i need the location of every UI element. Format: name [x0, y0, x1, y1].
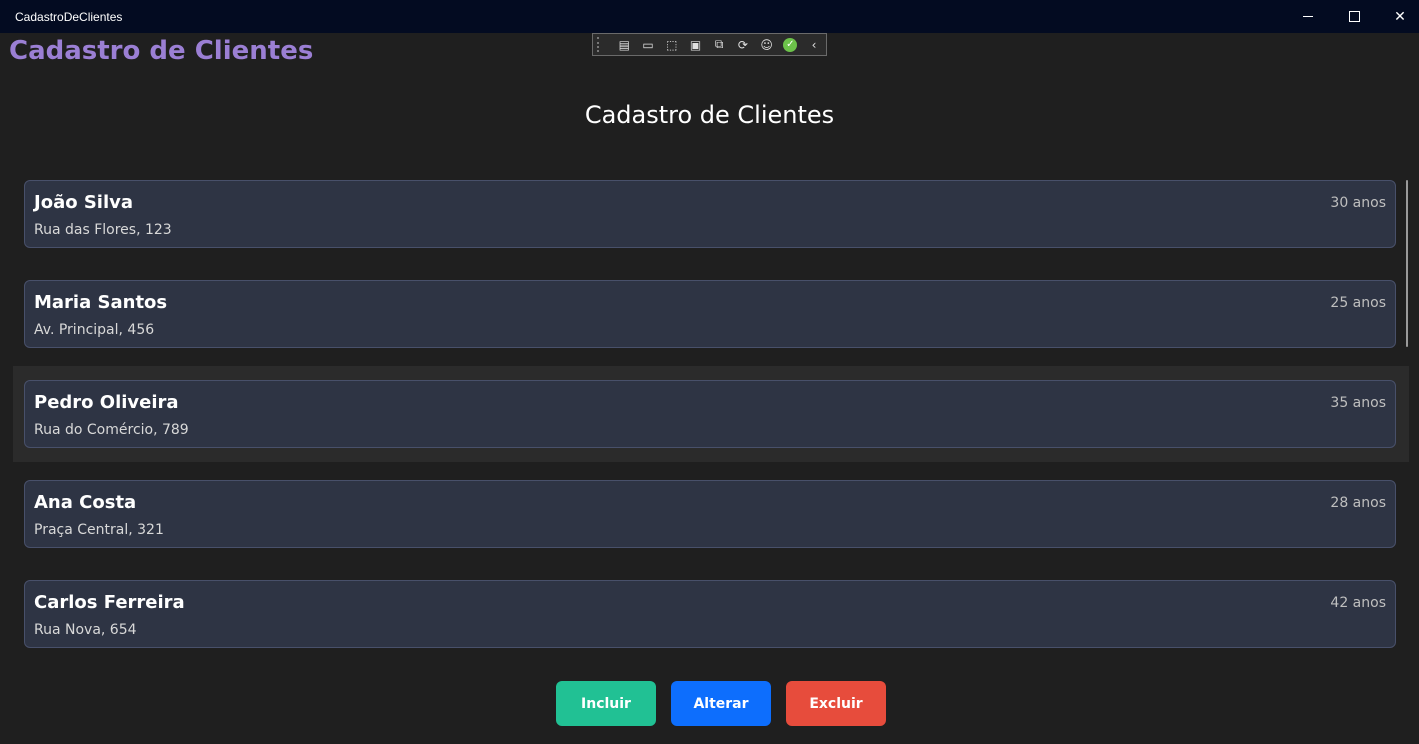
client-card[interactable]: Maria Santos Av. Principal, 456 25 anos: [24, 280, 1396, 348]
xaml-debug-toolbar: ▤ ▭ ⬚ ▣ ⧉ ⟳ ☺ ✓ ‹: [592, 33, 827, 56]
client-card[interactable]: Pedro Oliveira Rua do Comércio, 789 35 a…: [24, 380, 1396, 448]
client-age: 42 anos: [1330, 595, 1386, 611]
client-age: 25 anos: [1330, 295, 1386, 311]
edit-button[interactable]: Alterar: [671, 681, 771, 726]
window-title: CadastroDeClientes: [15, 10, 123, 24]
delete-button[interactable]: Excluir: [786, 681, 886, 726]
maximize-icon: [1348, 11, 1360, 22]
app-header-title: Cadastro de Clientes: [9, 36, 314, 66]
client-age: 28 anos: [1330, 495, 1386, 511]
minimize-icon: [1303, 16, 1313, 17]
client-age: 30 anos: [1330, 195, 1386, 211]
record-icon[interactable]: ▭: [636, 34, 660, 55]
client-card[interactable]: João Silva Rua das Flores, 123 30 anos: [24, 180, 1396, 248]
select-element-icon[interactable]: ⬚: [660, 34, 684, 55]
client-name: Carlos Ferreira: [34, 592, 185, 613]
toolbar-grip[interactable]: [597, 37, 604, 52]
minimize-button[interactable]: [1285, 0, 1331, 33]
close-icon: ✕: [1394, 8, 1406, 25]
client-name: Pedro Oliveira: [34, 392, 179, 413]
hot-reload-icon[interactable]: ⟳: [731, 34, 755, 55]
binding-check-icon[interactable]: ✓: [779, 34, 803, 55]
collapse-chevron-icon[interactable]: ‹: [802, 34, 826, 55]
client-card[interactable]: Ana Costa Praça Central, 321 28 anos: [24, 480, 1396, 548]
client-list[interactable]: João Silva Rua das Flores, 123 30 anos M…: [13, 170, 1409, 658]
live-visual-tree-icon[interactable]: ▤: [612, 34, 636, 55]
client-address: Av. Principal, 456: [34, 322, 155, 338]
client-card[interactable]: Carlos Ferreira Rua Nova, 654 42 anos: [24, 580, 1396, 648]
client-age: 35 anos: [1330, 395, 1386, 411]
client-address: Rua das Flores, 123: [34, 222, 172, 238]
client-name: Ana Costa: [34, 492, 137, 513]
track-focus-icon[interactable]: ⧉: [707, 34, 731, 55]
accessibility-icon[interactable]: ☺: [755, 34, 779, 55]
window-titlebar: CadastroDeClientes ✕: [0, 0, 1419, 33]
client-address: Praça Central, 321: [34, 522, 164, 538]
page-title: Cadastro de Clientes: [584, 101, 835, 129]
include-button[interactable]: Incluir: [556, 681, 656, 726]
client-name: João Silva: [34, 192, 134, 213]
close-button[interactable]: ✕: [1377, 0, 1419, 33]
display-layout-adorners-icon[interactable]: ▣: [684, 34, 708, 55]
list-scrollbar[interactable]: [1406, 180, 1408, 347]
client-name: Maria Santos: [34, 292, 168, 313]
client-address: Rua do Comércio, 789: [34, 422, 189, 438]
maximize-button[interactable]: [1331, 0, 1377, 33]
client-address: Rua Nova, 654: [34, 622, 137, 638]
